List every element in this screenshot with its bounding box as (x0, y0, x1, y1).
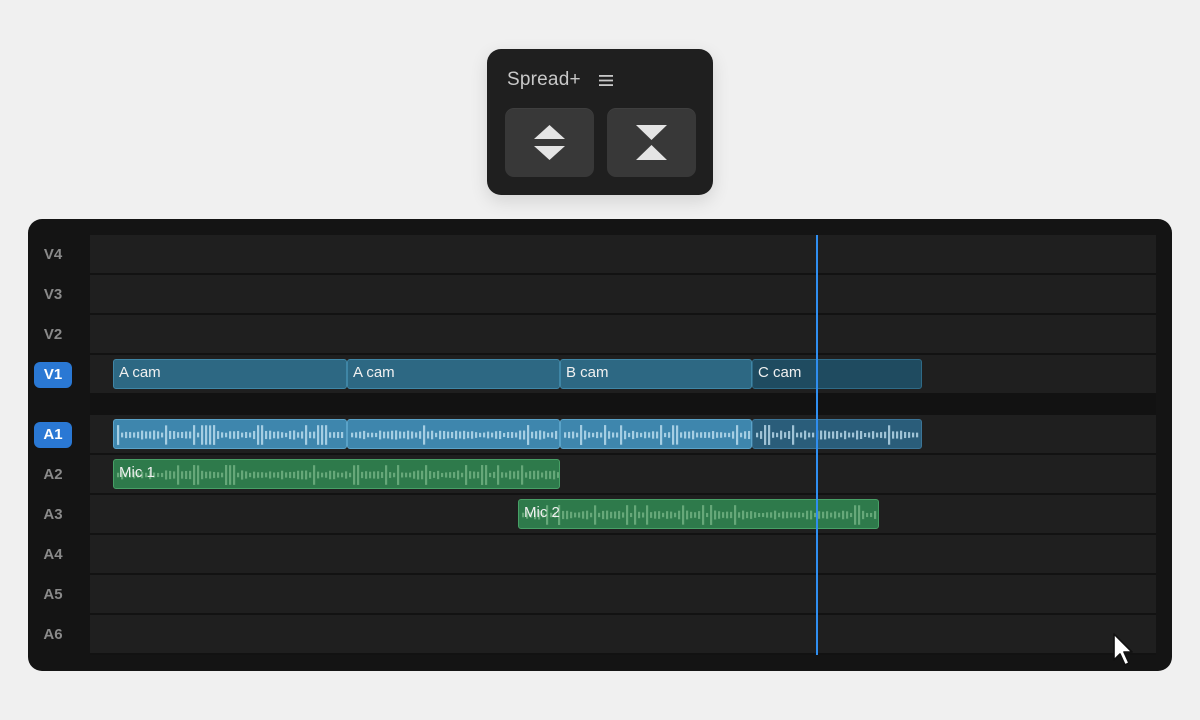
hamburger-menu-icon[interactable] (599, 74, 613, 87)
clip-a1-4[interactable] (752, 419, 922, 449)
clip-v1-a-cam-1[interactable]: A cam (113, 359, 347, 389)
lane-v4[interactable] (90, 235, 1156, 273)
waveform (351, 425, 558, 445)
clip-name: C cam (758, 364, 802, 381)
waveform (522, 505, 877, 525)
track-label-a6[interactable]: A6 (34, 622, 72, 648)
lane-a5[interactable] (90, 575, 1156, 613)
waveform (117, 465, 559, 485)
lane-v2[interactable] (90, 315, 1156, 353)
clip-name: Mic 2 (524, 504, 560, 521)
collapse-vertical-icon (636, 125, 667, 160)
collapse-tracks-button[interactable] (607, 108, 696, 177)
clip-a1-2[interactable] (347, 419, 560, 449)
clip-v1-a-cam-2[interactable]: A cam (347, 359, 560, 389)
track-label-a2[interactable]: A2 (34, 462, 72, 488)
expand-vertical-icon (534, 125, 565, 160)
waveform (117, 425, 344, 445)
waveform (564, 425, 751, 445)
lane-a4[interactable] (90, 535, 1156, 573)
track-lanes: A cam A cam B cam C cam Mic 1 Mic 2 (90, 235, 1156, 655)
clip-v1-c-cam[interactable]: C cam (752, 359, 922, 389)
clip-name: Mic 1 (119, 464, 155, 481)
clip-a1-1[interactable] (113, 419, 347, 449)
expand-tracks-button[interactable] (505, 108, 594, 177)
timeline: V4 V3 V2 V1 A1 A2 A3 A4 A5 A6 A cam A ca… (28, 219, 1172, 671)
track-label-v4[interactable]: V4 (34, 242, 72, 268)
lane-a3[interactable]: Mic 2 (90, 495, 1156, 533)
track-label-a5[interactable]: A5 (34, 582, 72, 608)
track-label-a3[interactable]: A3 (34, 502, 72, 528)
clip-a3-mic-2[interactable]: Mic 2 (518, 499, 879, 529)
lane-a1[interactable] (90, 415, 1156, 453)
playhead[interactable] (816, 235, 818, 655)
track-header-column: V4 V3 V2 V1 A1 A2 A3 A4 A5 A6 (28, 219, 90, 671)
track-label-v1[interactable]: V1 (34, 362, 72, 388)
clip-name: B cam (566, 364, 609, 381)
lane-v3[interactable] (90, 275, 1156, 313)
clip-name: A cam (119, 364, 161, 381)
track-label-v2[interactable]: V2 (34, 322, 72, 348)
track-label-a1[interactable]: A1 (34, 422, 72, 448)
lane-a6[interactable] (90, 615, 1156, 653)
panel-title: Spread+ (507, 69, 581, 90)
lane-a2[interactable]: Mic 1 (90, 455, 1156, 493)
track-label-a4[interactable]: A4 (34, 542, 72, 568)
clip-a1-3[interactable] (560, 419, 752, 449)
waveform (756, 425, 919, 445)
track-label-v3[interactable]: V3 (34, 282, 72, 308)
clip-name: A cam (353, 364, 395, 381)
mouse-pointer-icon (1113, 633, 1133, 666)
lane-v1[interactable]: A cam A cam B cam C cam (90, 355, 1156, 393)
clip-v1-b-cam[interactable]: B cam (560, 359, 752, 389)
clip-a2-mic-1[interactable]: Mic 1 (113, 459, 560, 489)
spread-plus-panel: Spread+ (487, 49, 713, 195)
